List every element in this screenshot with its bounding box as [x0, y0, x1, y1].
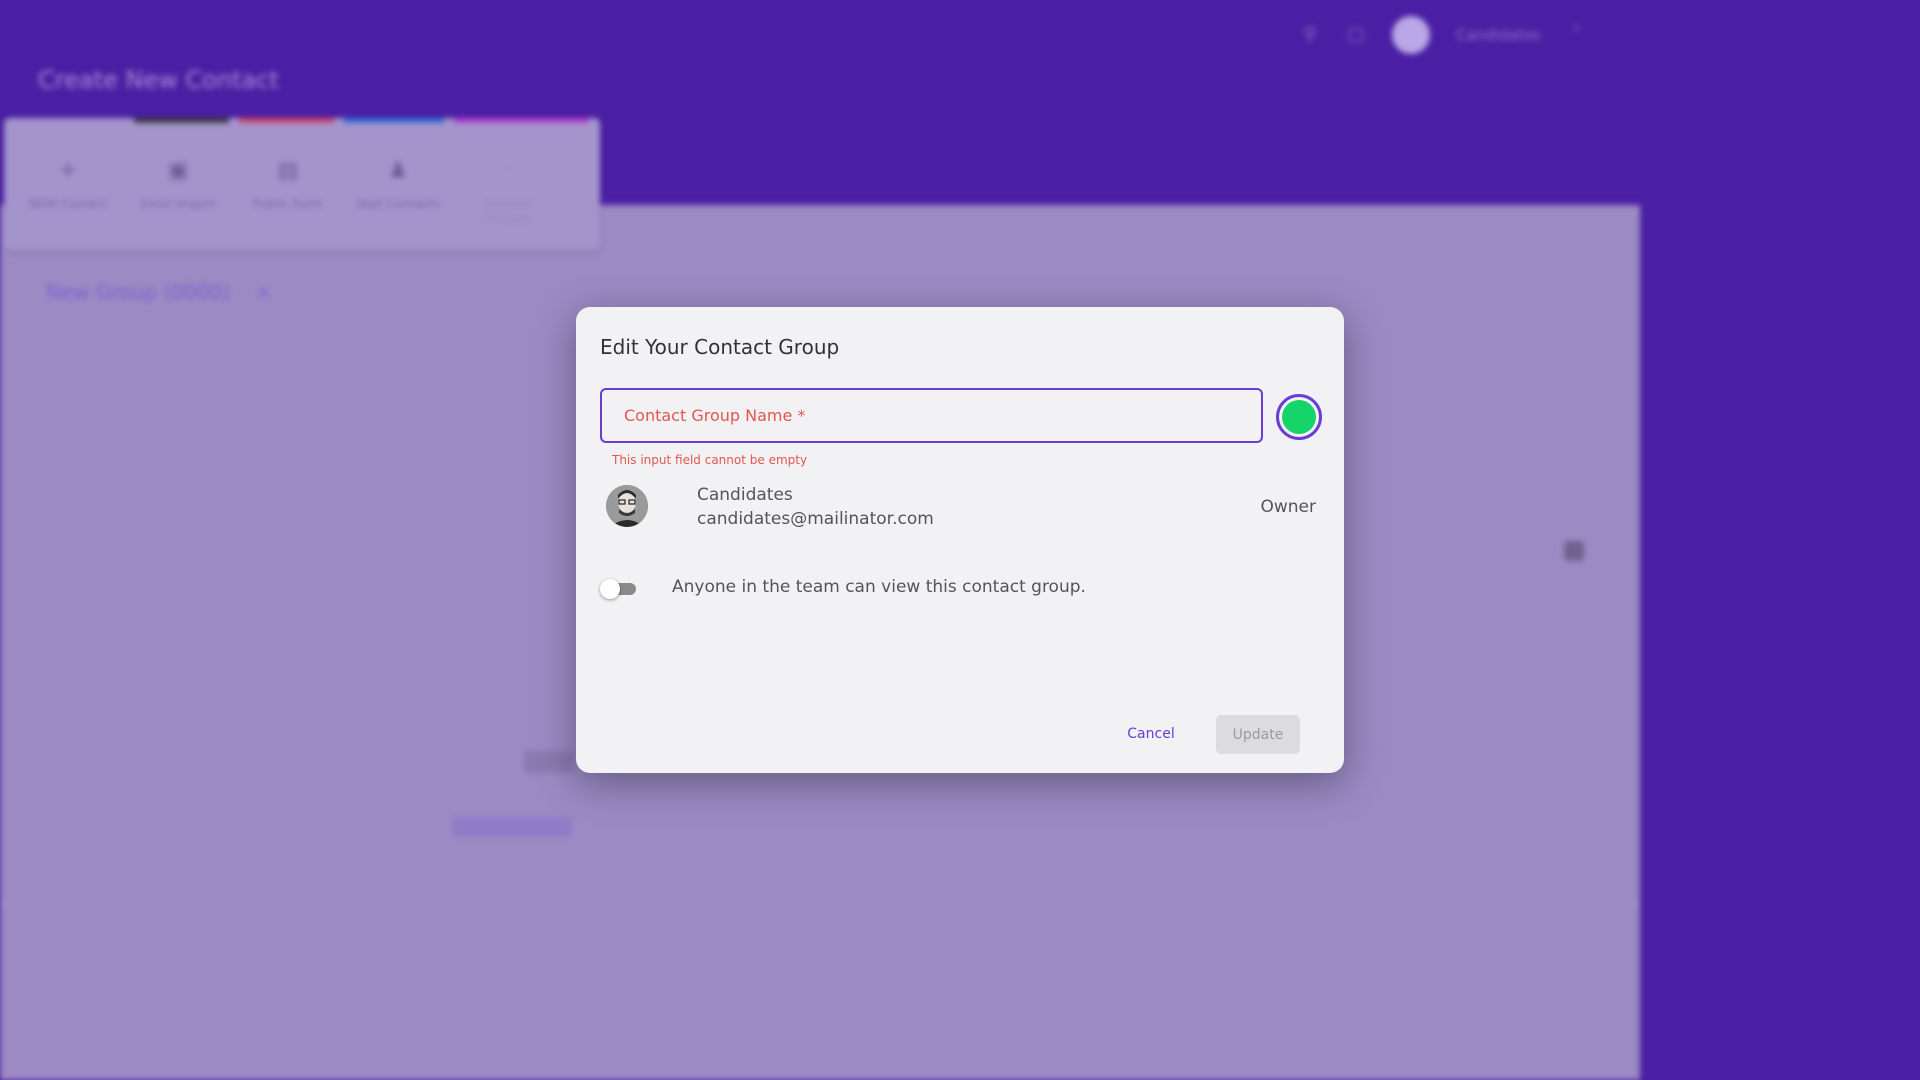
toggle-knob: [600, 579, 620, 599]
divider: [0, 905, 1640, 906]
avatar: [606, 485, 648, 527]
add-person-icon: ♟: [388, 158, 408, 183]
toolbar-stripe: [344, 118, 444, 123]
toolbar-label: NEW Contact: [28, 197, 108, 211]
toolbar-items: + NEW Contact ▣ Excel Import ▤ Public Form …: [22, 158, 554, 225]
toolbar-contact-groups[interactable]: · Contact Groups: [462, 158, 554, 225]
update-button[interactable]: Update: [1216, 715, 1300, 754]
settings-icon[interactable]: [1564, 541, 1584, 561]
member-role: Owner: [1260, 497, 1316, 517]
toolbar-label: Excel Import: [140, 197, 216, 211]
search-icon[interactable]: ⚲: [1300, 25, 1320, 45]
avatar[interactable]: [1392, 16, 1430, 54]
toolbar-label: Contact Groups: [484, 197, 532, 225]
selected-color-swatch: [1282, 400, 1316, 434]
member-name: Candidates: [697, 485, 793, 505]
team-visibility-toggle[interactable]: [600, 579, 636, 599]
group-tab[interactable]: New Group (0000): [46, 280, 230, 304]
page-title: Create New Contact: [38, 66, 279, 94]
right-background: [1640, 0, 1920, 1080]
toolbar-stripe: [134, 118, 229, 123]
toolbar-stripe: [454, 118, 589, 123]
toolbar-public-form[interactable]: ▤ Public Form: [242, 158, 334, 225]
toolbar-excel-import[interactable]: ▣ Excel Import: [132, 158, 224, 225]
header-actions: ⚲ □ Candidates ˅: [1300, 16, 1665, 54]
group-icon: ·: [504, 158, 512, 183]
plus-icon: +: [58, 158, 78, 183]
cancel-button[interactable]: Cancel: [1106, 715, 1196, 753]
close-icon[interactable]: ×: [256, 282, 271, 303]
header-user-name[interactable]: Candidates: [1456, 26, 1541, 44]
toolbar-stripe: [14, 118, 124, 123]
team-visibility-label: Anyone in the team can view this contact…: [672, 577, 1086, 597]
color-picker[interactable]: [1276, 394, 1322, 440]
toolbar-label: Public Form: [253, 197, 323, 211]
dialog-title: Edit Your Contact Group: [600, 335, 840, 359]
empty-state-text: [524, 751, 574, 773]
contact-toolbar: + NEW Contact ▣ Excel Import ▤ Public Form …: [4, 118, 600, 250]
toolbar-stripe: [239, 118, 334, 123]
import-icon: ▣: [167, 158, 189, 183]
toolbar-label: Wait Contacts: [356, 197, 440, 211]
contact-group-name-input[interactable]: [600, 388, 1263, 443]
form-icon: ▤: [277, 158, 299, 183]
member-email: candidates@mailinator.com: [697, 509, 934, 529]
upload-link[interactable]: [452, 817, 572, 837]
edit-contact-group-dialog: Edit Your Contact Group This input field…: [576, 307, 1344, 773]
chevron-down-icon[interactable]: ˅: [1567, 25, 1587, 45]
error-message: This input field cannot be empty: [612, 453, 808, 467]
chat-icon[interactable]: □: [1346, 25, 1366, 45]
member-row: Candidates candidates@mailinator.com Own…: [606, 485, 1316, 535]
toolbar-wait-contacts[interactable]: ♟ Wait Contacts: [352, 158, 444, 225]
toolbar-new-contact[interactable]: + NEW Contact: [22, 158, 114, 225]
